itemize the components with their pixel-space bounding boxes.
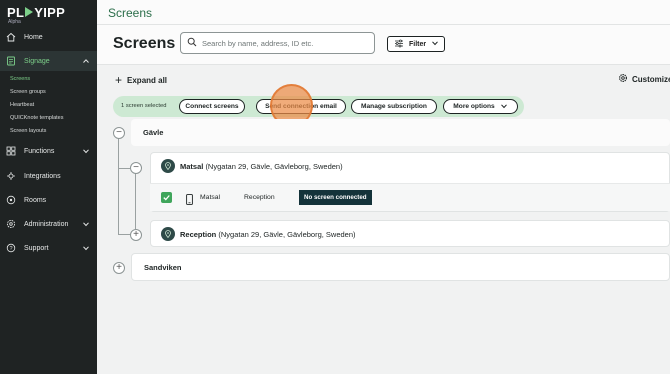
location-card-reception: Reception (Nygatan 29, Gävle, Gävleborg,… (150, 220, 670, 247)
location-pin-icon (161, 227, 175, 241)
signage-icon (6, 56, 16, 66)
filter-icon (394, 39, 404, 50)
sidebar-item-administration[interactable]: Administration (0, 214, 97, 234)
more-options-label: More options (453, 103, 495, 110)
expand-all-button[interactable]: + Expand all (115, 73, 167, 87)
customize-button[interactable]: Customize (618, 73, 670, 85)
customize-label: Customize (632, 74, 670, 84)
manage-subscription-button[interactable]: Manage subscription (351, 99, 437, 114)
more-options-button[interactable]: More options (443, 99, 518, 114)
group-name: Gävle (143, 128, 164, 137)
sidebar-item-home[interactable]: Home (0, 27, 97, 47)
expand-toggle-icon[interactable]: + (130, 229, 142, 241)
svg-text:?: ? (9, 246, 12, 252)
logo-text-left: PL (7, 5, 25, 20)
rooms-icon (6, 195, 16, 205)
plus-icon: + (115, 73, 123, 87)
tree-connector (118, 234, 130, 235)
top-header: Screens (97, 0, 670, 25)
page-title: Screens (113, 35, 176, 52)
sidebar: PL YIPP Alpha Home Signage Screens Screen… (0, 0, 97, 374)
gear-icon (618, 73, 628, 85)
chevron-down-icon (82, 244, 90, 254)
chevron-down-icon (82, 147, 90, 157)
checkbox-checked-icon[interactable] (161, 192, 172, 203)
collapse-toggle-icon[interactable]: − (130, 162, 142, 174)
status-badge: No screen connected (299, 190, 372, 205)
playipp-logo[interactable]: PL YIPP (7, 5, 65, 20)
screen-location: Reception (244, 194, 275, 201)
location-name[interactable]: Reception (Nygatan 29, Gävle, Gävleborg,… (180, 230, 356, 239)
chevron-down-icon (431, 39, 439, 49)
location-title: Matsal (180, 162, 204, 171)
sidebar-subitem-heartbeat[interactable]: Heartbeat (10, 102, 34, 108)
chevron-up-icon (82, 57, 90, 67)
support-icon: ? (6, 243, 16, 253)
location-address: (Nygatan 29, Gävle, Gävleborg, Sweden) (205, 162, 343, 171)
sidebar-item-label: Integrations (24, 172, 61, 180)
connect-screens-button[interactable]: Connect screens (179, 99, 245, 114)
integrations-icon (6, 171, 16, 181)
collapse-toggle-icon[interactable]: − (113, 127, 125, 139)
sidebar-subitem-screens[interactable]: Screens (10, 76, 30, 82)
tree-connector (118, 138, 119, 234)
group-row-gavle[interactable]: Gävle (131, 119, 670, 146)
logo-text-right: YIPP (34, 5, 66, 20)
filter-label: Filter (409, 40, 427, 48)
sidebar-subitem-screen-groups[interactable]: Screen groups (10, 89, 46, 95)
sidebar-item-label: Support (24, 244, 49, 252)
sidebar-item-label: Administration (24, 220, 69, 228)
screen-device-icon (186, 192, 193, 210)
administration-icon (6, 219, 16, 229)
sidebar-subitem-quicknote-templates[interactable]: QUICKnote templates (10, 115, 64, 121)
sidebar-item-label: Functions (24, 147, 55, 155)
sidebar-item-rooms[interactable]: Rooms (0, 190, 97, 210)
location-title: Reception (180, 230, 217, 239)
search-input[interactable] (202, 38, 372, 48)
expand-toggle-icon[interactable]: + (113, 262, 125, 274)
play-icon (25, 7, 34, 17)
expand-all-label: Expand all (127, 75, 168, 85)
search-icon (187, 34, 197, 52)
sidebar-item-functions[interactable]: Functions (0, 141, 97, 161)
sidebar-item-label: Signage (24, 57, 50, 65)
tree-connector (135, 173, 136, 229)
home-icon (6, 32, 16, 42)
chevron-down-icon (500, 102, 508, 112)
sidebar-subitem-screen-layouts[interactable]: Screen layouts (10, 128, 46, 134)
sidebar-item-signage[interactable]: Signage (0, 51, 97, 71)
group-name: Sandviken (144, 263, 182, 272)
tree-connector (118, 168, 130, 169)
location-pin-icon (161, 159, 175, 173)
functions-icon (6, 146, 16, 156)
chevron-down-icon (82, 220, 90, 230)
table-row[interactable]: Matsal Reception No screen connected (150, 183, 670, 211)
location-address: (Nygatan 29, Gävle, Gävleborg, Sweden) (218, 230, 356, 239)
selection-action-bar: 1 screen selected Connect screens Send c… (113, 96, 524, 117)
sidebar-item-support[interactable]: ? Support (0, 238, 97, 258)
search-box[interactable] (180, 32, 375, 54)
filter-button[interactable]: Filter (387, 36, 445, 52)
group-row-sandviken[interactable]: Sandviken (131, 253, 670, 281)
selection-count: 1 screen selected (121, 103, 167, 109)
location-name[interactable]: Matsal (Nygatan 29, Gävle, Gävleborg, Sw… (180, 162, 343, 171)
sidebar-item-label: Home (24, 33, 43, 41)
sidebar-item-label: Rooms (24, 196, 47, 204)
logo-subtitle: Alpha (8, 19, 21, 25)
screen-name[interactable]: Matsal (200, 194, 220, 201)
title-bar: Screens Filter (97, 25, 670, 65)
breadcrumb: Screens (108, 6, 153, 20)
sidebar-item-integrations[interactable]: Integrations (0, 166, 97, 186)
